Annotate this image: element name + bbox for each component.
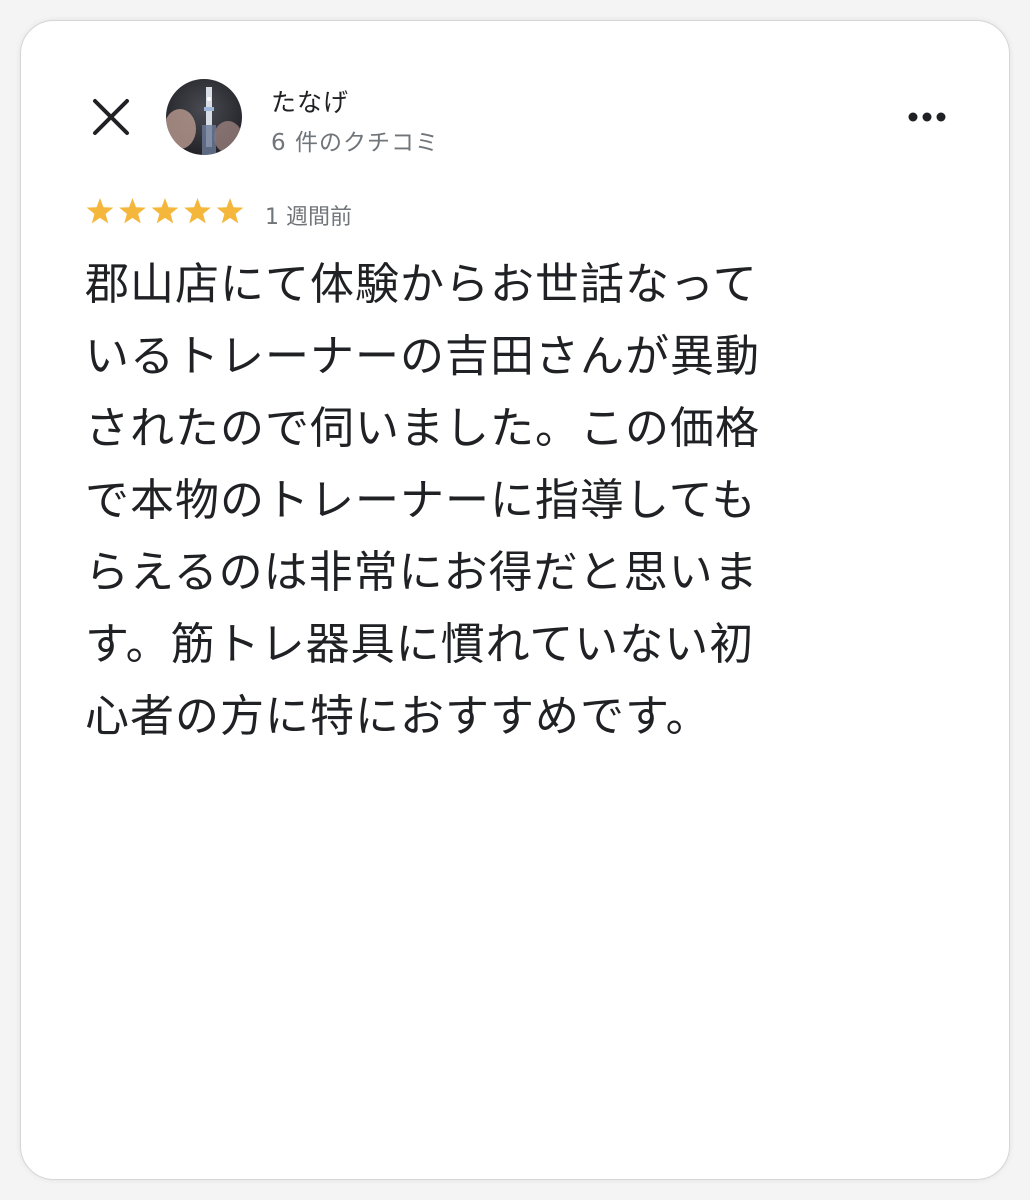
more-options-button[interactable] <box>901 99 953 135</box>
star-icon <box>216 198 244 224</box>
star-rating <box>86 198 244 224</box>
star-icon <box>151 198 179 224</box>
review-text-line: 心者の方に特におすすめです。 <box>85 691 711 742</box>
review-text-line: らえるのは非常にお得だと思いま <box>85 547 759 598</box>
close-icon <box>93 99 129 135</box>
review-text-line: で本物のトレーナーに指導しても <box>85 475 757 526</box>
avatar[interactable] <box>166 79 242 155</box>
avatar-photo <box>166 79 242 155</box>
more-horizontal-icon <box>908 112 946 122</box>
review-card: たなげ 6 件のクチコミ 1 週間前 郡山店にて体験からお世話なって いるトレーナ… <box>20 20 1010 1180</box>
review-time: 1 週間前 <box>265 205 352 230</box>
star-icon <box>119 198 146 224</box>
review-text-line: いるトレーナーの吉田さんが異動 <box>85 331 760 382</box>
review-count[interactable]: 6 件のクチコミ <box>271 123 439 157</box>
close-button[interactable] <box>89 95 133 139</box>
review-text-line: されたので伺いました。この価格 <box>85 403 760 454</box>
review-text-line: す。筋トレ器具に慣れていない初 <box>85 619 755 670</box>
star-icon <box>86 198 114 224</box>
star-icon <box>184 198 211 224</box>
reviewer-name[interactable]: たなげ <box>271 83 349 119</box>
review-text-line: 郡山店にて体験からお世話なって <box>85 259 758 310</box>
review-header: たなげ 6 件のクチコミ <box>21 21 1009 201</box>
review-text: 郡山店にて体験からお世話なって いるトレーナーの吉田さんが異動 されたので伺いました… <box>85 249 945 753</box>
